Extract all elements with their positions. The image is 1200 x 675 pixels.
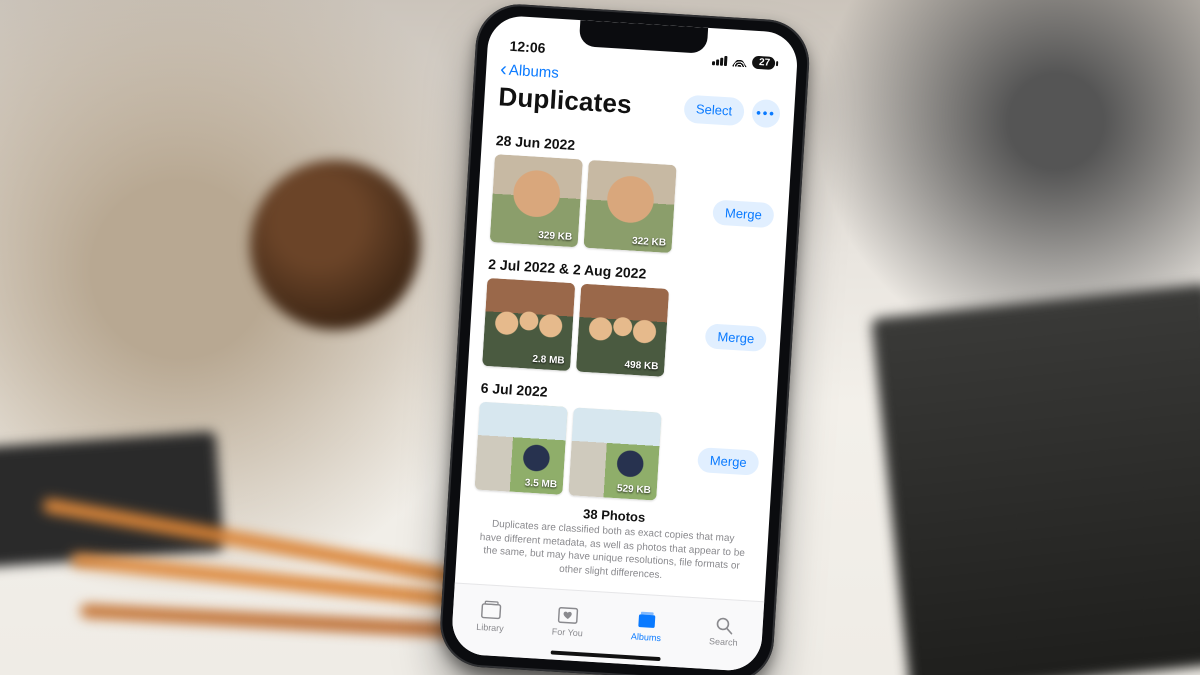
- back-label: Albums: [508, 61, 559, 81]
- thumbnail[interactable]: 2.8 MB: [482, 278, 575, 371]
- file-size-label: 498 KB: [624, 359, 659, 372]
- footer-summary: 38 Photos Duplicates are classified both…: [455, 491, 769, 593]
- file-size-label: 322 KB: [632, 236, 667, 249]
- tab-label: For You: [552, 626, 584, 638]
- merge-button[interactable]: Merge: [712, 199, 774, 228]
- cellular-icon: [712, 55, 727, 66]
- merge-button[interactable]: Merge: [697, 447, 759, 476]
- book-prop: [871, 283, 1200, 675]
- thumbnail[interactable]: 498 KB: [576, 284, 669, 377]
- file-size-label: 3.5 MB: [524, 478, 557, 491]
- chevron-left-icon: ‹: [500, 59, 508, 79]
- thumbnail[interactable]: 329 KB: [490, 154, 583, 247]
- library-icon: [479, 600, 502, 621]
- file-size-label: 2.8 MB: [532, 354, 565, 367]
- tab-library[interactable]: Library: [476, 600, 505, 634]
- duplicate-group: 28 Jun 2022 329 KB 322 KB Merge: [476, 119, 793, 262]
- thumbnail[interactable]: 529 KB: [568, 407, 661, 500]
- iphone-device: 12:06 27 ‹ Albums Duplicates: [438, 2, 812, 675]
- merge-button[interactable]: Merge: [705, 323, 767, 352]
- battery-icon: 27: [752, 56, 776, 70]
- file-size-label: 329 KB: [538, 230, 573, 243]
- albums-icon: [635, 610, 658, 631]
- thumbnail[interactable]: 3.5 MB: [475, 402, 568, 495]
- duplicate-group: 6 Jul 2022 3.5 MB 529 KB Merge: [460, 367, 777, 510]
- select-button[interactable]: Select: [683, 94, 745, 126]
- pinecone-prop: [250, 160, 420, 330]
- file-size-label: 529 KB: [617, 483, 652, 496]
- heart-icon: [557, 605, 580, 626]
- more-button[interactable]: •••: [751, 98, 781, 128]
- tab-label: Search: [709, 636, 738, 648]
- search-icon: [713, 614, 736, 635]
- tab-for-you[interactable]: For You: [552, 605, 585, 639]
- duplicates-list[interactable]: 28 Jun 2022 329 KB 322 KB Merge: [455, 117, 793, 601]
- duplicate-group: 2 Jul 2022 & 2 Aug 2022 2.8 MB 498 KB M: [468, 243, 785, 386]
- keyboard-prop: [0, 431, 224, 569]
- status-time: 12:06: [509, 38, 546, 56]
- tab-label: Albums: [631, 631, 662, 643]
- thumbnail[interactable]: 322 KB: [583, 160, 676, 253]
- tab-albums[interactable]: Albums: [631, 609, 663, 643]
- tab-label: Library: [476, 622, 504, 634]
- wifi-icon: [732, 55, 748, 67]
- tab-search[interactable]: Search: [709, 614, 739, 648]
- pencil-prop: [70, 553, 499, 612]
- page-title: Duplicates: [498, 81, 633, 120]
